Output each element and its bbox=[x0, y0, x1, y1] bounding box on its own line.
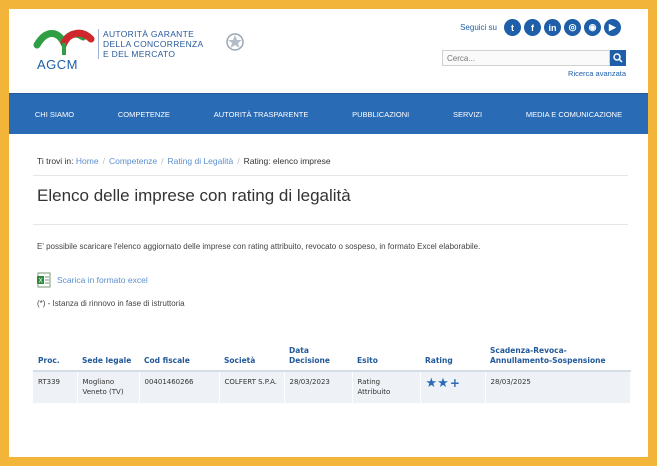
org-name-line: DELLA CONCORRENZA bbox=[103, 39, 204, 49]
org-name-line: AUTORITÀ GARANTE bbox=[103, 29, 195, 39]
org-name: AUTORITÀ GARANTE DELLA CONCORRENZA E DEL… bbox=[98, 29, 204, 59]
search-box bbox=[442, 50, 626, 66]
star-icon: ★ bbox=[437, 376, 449, 391]
instagram-icon[interactable]: ◎ bbox=[564, 19, 581, 36]
table-row: RT339 Mogliano Veneto (TV) 00401460266 C… bbox=[33, 371, 631, 403]
main-nav: CHI SIAMO COMPETENZE AUTORITÀ TRASPARENT… bbox=[9, 93, 648, 134]
nav-item-media-comunicazione[interactable]: MEDIA E COMUNICAZIONE bbox=[526, 110, 622, 119]
download-excel-link[interactable]: Scarica in formato excel bbox=[57, 275, 148, 285]
breadcrumb-rating-legalita[interactable]: Rating di Legalità bbox=[168, 156, 234, 166]
divider bbox=[33, 175, 628, 176]
twitter-icon[interactable]: t bbox=[504, 19, 521, 36]
star-icon: ★ bbox=[425, 376, 438, 391]
breadcrumb: Ti trovi in: Home / Competenze / Rating di L… bbox=[37, 156, 331, 166]
breadcrumb-current: Rating: elenco imprese bbox=[243, 156, 331, 166]
facebook-icon[interactable]: f bbox=[524, 19, 541, 36]
republic-emblem-icon bbox=[226, 33, 244, 51]
linkedin-icon[interactable]: in bbox=[544, 19, 561, 36]
cell-data-decisione: 28/03/2023 bbox=[284, 371, 353, 403]
cell-societa: COLFERT S.P.A. bbox=[219, 371, 285, 403]
breadcrumb-competenze[interactable]: Competenze bbox=[109, 156, 157, 166]
column-header-data-decisione[interactable]: Data Decisione bbox=[284, 342, 352, 372]
download-excel[interactable]: X Scarica in formato excel bbox=[37, 272, 148, 288]
breadcrumb-prefix: Ti trovi in: bbox=[37, 156, 74, 166]
excel-file-icon: X bbox=[37, 272, 51, 288]
search-button[interactable] bbox=[610, 50, 626, 66]
youtube-icon[interactable]: ▶ bbox=[604, 19, 621, 36]
svg-text:X: X bbox=[38, 278, 42, 285]
table-header-row: Proc. Sede legale Cod fiscale Società Da… bbox=[33, 342, 631, 372]
cell-cod-fiscale: 00401460266 bbox=[139, 371, 220, 403]
breadcrumb-separator: / bbox=[237, 156, 240, 166]
plus-icon: + bbox=[449, 376, 460, 390]
rating-stars: ★ ★ + bbox=[425, 376, 480, 391]
breadcrumb-home[interactable]: Home bbox=[76, 156, 99, 166]
column-header-rating[interactable]: Rating bbox=[420, 342, 485, 372]
nav-item-autorita-trasparente[interactable]: AUTORITÀ TRASPARENTE bbox=[214, 110, 309, 119]
cell-scadenza: 28/03/2025 bbox=[485, 371, 631, 403]
page-title: Elenco delle imprese con rating di legal… bbox=[37, 186, 351, 205]
column-header-scadenza[interactable]: Scadenza-Revoca-Annullamento-Sospensione bbox=[485, 342, 631, 372]
page-description: E' possibile scaricare l'elenco aggiorna… bbox=[37, 242, 481, 251]
column-header-sede[interactable]: Sede legale bbox=[77, 342, 139, 372]
breadcrumb-separator: / bbox=[161, 156, 164, 166]
cell-rating: ★ ★ + bbox=[420, 371, 486, 403]
column-header-societa[interactable]: Società bbox=[219, 342, 284, 372]
cell-sede: Mogliano Veneto (TV) bbox=[77, 371, 140, 403]
advanced-search-link[interactable]: Ricerca avanzata bbox=[568, 69, 626, 78]
cell-esito: Rating Attribuito bbox=[352, 371, 421, 403]
search-input[interactable] bbox=[442, 50, 610, 66]
renewal-note: (*) - Istanza di rinnovo in fase di istr… bbox=[37, 299, 185, 308]
search-icon bbox=[613, 53, 623, 63]
nav-item-pubblicazioni[interactable]: PUBBLICAZIONI bbox=[352, 110, 409, 119]
breadcrumb-separator: / bbox=[102, 156, 105, 166]
cell-proc: RT339 bbox=[33, 371, 78, 403]
page-frame: AGCM AUTORITÀ GARANTE DELLA CONCORRENZA … bbox=[9, 9, 648, 457]
nav-item-competenze[interactable]: COMPETENZE bbox=[118, 110, 170, 119]
follow-label: Seguici su bbox=[460, 23, 497, 32]
imprese-table: Proc. Sede legale Cod fiscale Società Da… bbox=[33, 342, 631, 403]
divider bbox=[33, 224, 628, 225]
social-bar: Seguici su t f in ◎ ◉ ▶ bbox=[460, 19, 621, 36]
nav-item-servizi[interactable]: SERVIZI bbox=[453, 110, 482, 119]
rss-icon[interactable]: ◉ bbox=[584, 19, 601, 36]
column-header-cod-fiscale[interactable]: Cod fiscale bbox=[139, 342, 219, 372]
nav-item-chi-siamo[interactable]: CHI SIAMO bbox=[35, 110, 74, 119]
org-name-line: E DEL MERCATO bbox=[103, 49, 176, 59]
site-header: AGCM AUTORITÀ GARANTE DELLA CONCORRENZA … bbox=[9, 9, 648, 93]
column-header-proc[interactable]: Proc. bbox=[33, 342, 77, 372]
logo-text: AGCM bbox=[37, 57, 78, 72]
column-header-esito[interactable]: Esito bbox=[352, 342, 420, 372]
